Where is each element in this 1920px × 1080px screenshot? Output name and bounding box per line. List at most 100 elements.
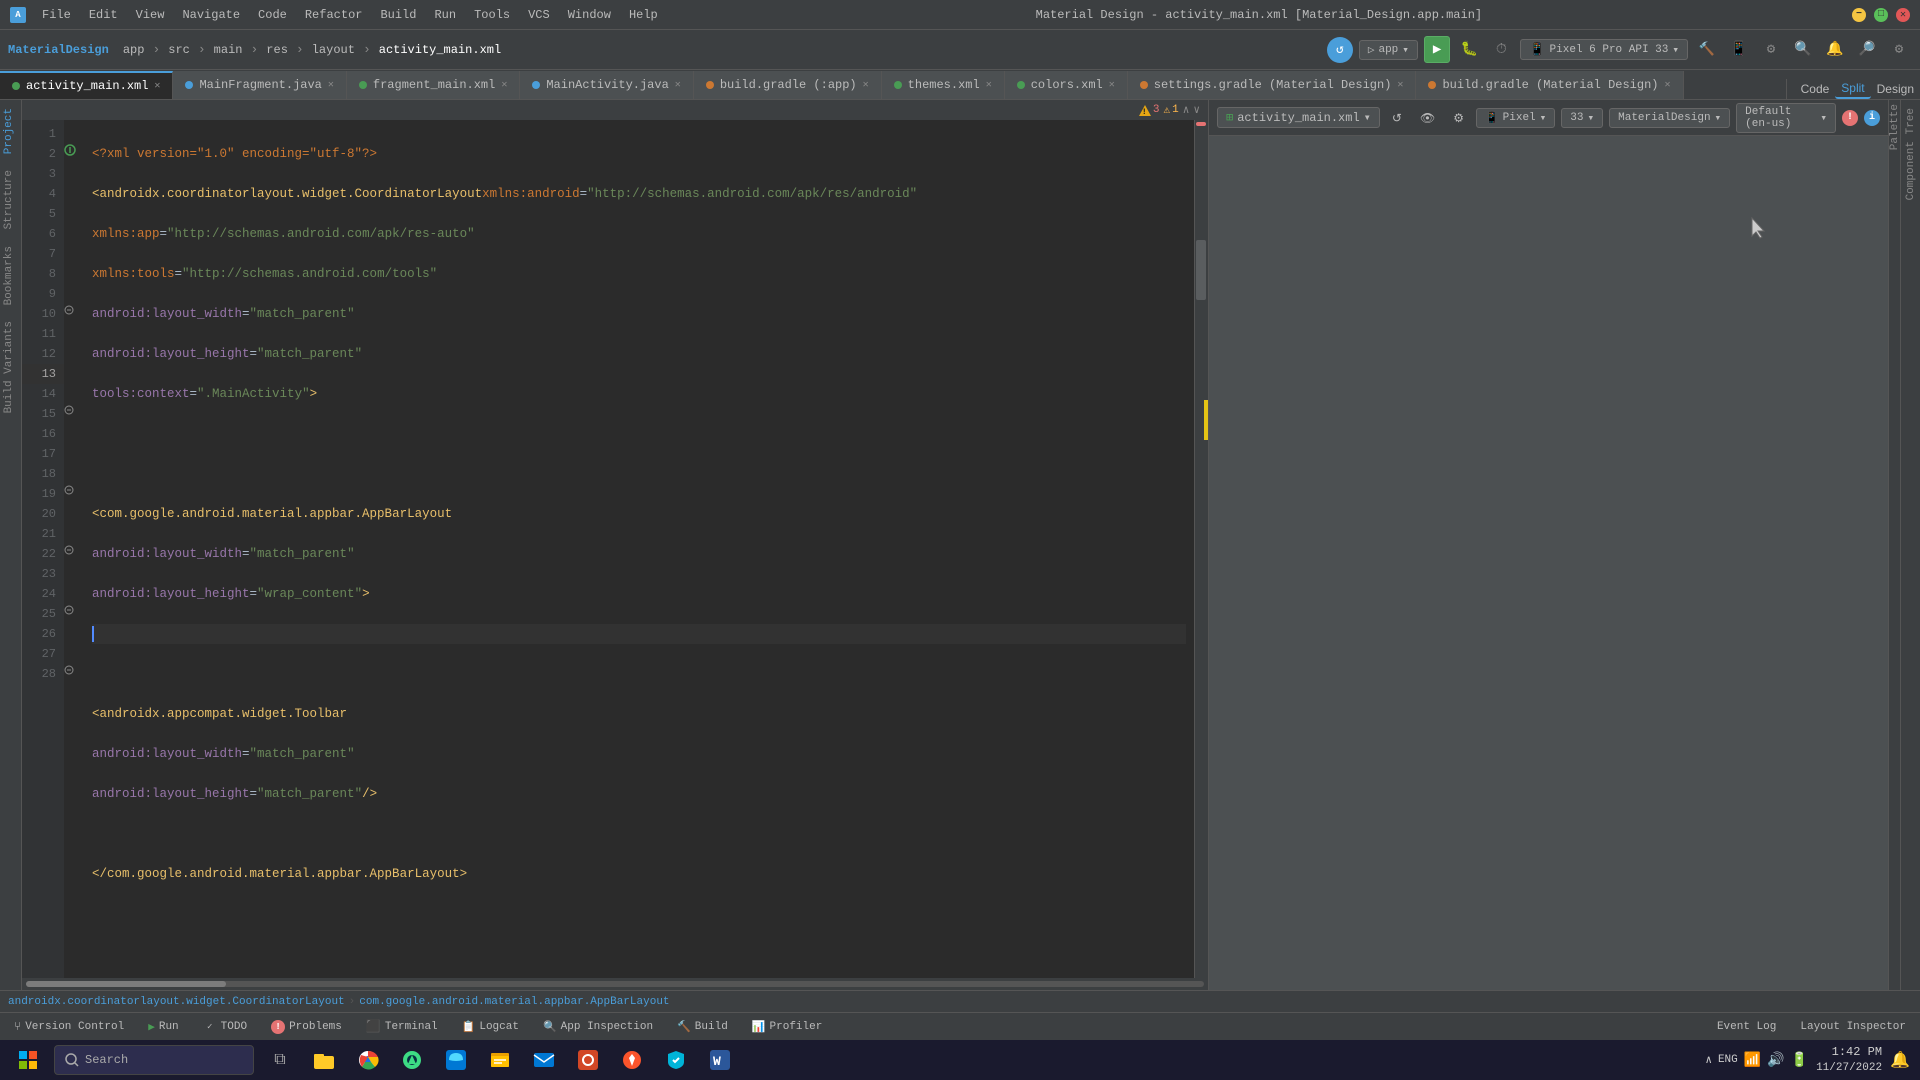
breadcrumb-main[interactable]: main — [214, 43, 243, 57]
preview-refresh-button[interactable]: ↺ — [1386, 109, 1408, 127]
gutter-10[interactable] — [64, 300, 84, 320]
logcat-button[interactable]: 📋 Logcat — [456, 1018, 525, 1036]
layout-inspect-button[interactable]: 🔍 — [1790, 37, 1816, 63]
menu-view[interactable]: View — [128, 6, 173, 24]
taskbar-file-explorer[interactable] — [306, 1042, 342, 1078]
tab-settings-gradle[interactable]: settings.gradle (Material Design) ✕ — [1128, 71, 1417, 99]
taskbar-security[interactable] — [658, 1042, 694, 1078]
event-log-button[interactable]: Event Log — [1711, 1019, 1782, 1035]
tab-close[interactable]: ✕ — [675, 79, 681, 91]
tab-close[interactable]: ✕ — [328, 79, 334, 91]
breadcrumb-file[interactable]: activity_main.xml — [379, 43, 501, 57]
tray-battery[interactable]: 🔋 — [1791, 1052, 1808, 1069]
menu-code[interactable]: Code — [250, 6, 295, 24]
version-control-button[interactable]: ⑂ Version Control — [8, 1018, 130, 1036]
design-view-button[interactable]: Design — [1871, 80, 1920, 98]
start-button[interactable] — [10, 1042, 46, 1078]
taskbar-android-studio[interactable] — [394, 1042, 430, 1078]
tab-build-gradle-root[interactable]: build.gradle (Material Design) ✕ — [1416, 71, 1683, 99]
menu-run[interactable]: Run — [426, 6, 464, 24]
app-inspection-button[interactable]: 🔍 App Inspection — [537, 1018, 659, 1036]
tray-volume[interactable]: 🔊 — [1767, 1052, 1784, 1069]
close-button[interactable]: ✕ — [1896, 8, 1910, 22]
tab-activity-main[interactable]: activity_main.xml ✕ — [0, 71, 173, 99]
code-view-button[interactable]: Code — [1795, 80, 1836, 98]
bookmarks-panel-tab[interactable]: Bookmarks — [0, 238, 21, 313]
taskbar-powerpoint[interactable] — [570, 1042, 606, 1078]
gutter-22[interactable] — [64, 540, 84, 560]
menu-refactor[interactable]: Refactor — [297, 6, 371, 24]
gutter-25[interactable] — [64, 600, 84, 620]
task-view-button[interactable]: ⧉ — [262, 1042, 298, 1078]
menu-build[interactable]: Build — [372, 6, 424, 24]
menu-edit[interactable]: Edit — [81, 6, 126, 24]
breadcrumb-appbar[interactable]: com.google.android.material.appbar.AppBa… — [359, 996, 669, 1008]
build-variants-panel-tab[interactable]: Build Variants — [0, 313, 21, 421]
h-scroll-track[interactable] — [26, 981, 1204, 987]
notification-center-icon[interactable]: 🔔 — [1890, 1050, 1910, 1070]
todo-button[interactable]: ✓ TODO — [197, 1018, 253, 1036]
breadcrumb-layout[interactable]: layout — [312, 43, 355, 57]
minimize-button[interactable]: − — [1852, 8, 1866, 22]
menu-tools[interactable]: Tools — [466, 6, 518, 24]
maximize-button[interactable]: □ — [1874, 8, 1888, 22]
taskbar-brave[interactable] — [614, 1042, 650, 1078]
build-variants-button[interactable]: 🔨 — [1694, 37, 1720, 63]
tab-main-activity[interactable]: MainActivity.java ✕ — [520, 71, 693, 99]
taskbar-files[interactable] — [482, 1042, 518, 1078]
taskbar-search-button[interactable]: Search — [54, 1045, 254, 1075]
profile-button[interactable]: ⏱ — [1488, 37, 1514, 63]
expand-btn[interactable]: ∨ — [1193, 103, 1200, 117]
preview-locale-selector[interactable]: Default (en-us) ▾ — [1736, 103, 1836, 133]
preview-theme-selector[interactable]: MaterialDesign ▾ — [1609, 108, 1730, 128]
build-button[interactable]: 🔨 Build — [671, 1018, 734, 1036]
debug-button[interactable]: 🐛 — [1456, 37, 1482, 63]
taskbar-mail[interactable] — [526, 1042, 562, 1078]
tab-colors[interactable]: colors.xml ✕ — [1005, 71, 1128, 99]
preview-file-selector[interactable]: ⊞ activity_main.xml ▾ — [1217, 107, 1380, 128]
settings-button[interactable]: ⚙ — [1886, 37, 1912, 63]
split-view-button[interactable]: Split — [1835, 79, 1870, 99]
palette-label[interactable]: Palette — [1889, 104, 1901, 150]
tab-close[interactable]: ✕ — [1664, 79, 1670, 91]
preview-settings-button[interactable]: ⚙ — [1447, 109, 1470, 127]
preview-eye-button[interactable]: 👁 — [1414, 109, 1441, 127]
tray-lang[interactable]: ENG — [1718, 1054, 1738, 1066]
menu-vcs[interactable]: VCS — [520, 6, 558, 24]
gutter-19[interactable] — [64, 480, 84, 500]
menu-help[interactable]: Help — [621, 6, 666, 24]
taskbar-chrome[interactable] — [350, 1042, 386, 1078]
breadcrumb-coordinator[interactable]: androidx.coordinatorlayout.widget.Coordi… — [8, 996, 345, 1008]
preview-device-selector[interactable]: 📱 Pixel ▾ — [1476, 108, 1555, 128]
app-selector[interactable]: ▷ app ▾ — [1359, 40, 1418, 60]
avd-button[interactable]: 📱 — [1726, 37, 1752, 63]
tray-up-icon[interactable]: ∧ — [1705, 1053, 1712, 1067]
collapse-btn[interactable]: ∧ — [1183, 103, 1190, 117]
preview-api-selector[interactable]: 33 ▾ — [1561, 108, 1603, 128]
code-text[interactable]: <?xml version="1.0" encoding="utf-8"?> <… — [84, 120, 1194, 978]
menu-window[interactable]: Window — [560, 6, 619, 24]
notifications-button[interactable]: 🔔 — [1822, 37, 1848, 63]
menu-navigate[interactable]: Navigate — [174, 6, 248, 24]
breadcrumb-src[interactable]: src — [168, 43, 190, 57]
tab-close[interactable]: ✕ — [863, 79, 869, 91]
horizontal-scrollbar[interactable] — [22, 978, 1208, 990]
clock[interactable]: 1:42 PM 11/27/2022 — [1816, 1044, 1882, 1076]
terminal-button[interactable]: ⬛ Terminal — [360, 1017, 444, 1036]
tab-close[interactable]: ✕ — [501, 79, 507, 91]
component-tree-label[interactable]: Component Tree — [1905, 108, 1917, 200]
tab-close[interactable]: ✕ — [1397, 79, 1403, 91]
gutter-15[interactable] — [64, 400, 84, 420]
tab-themes[interactable]: themes.xml ✕ — [882, 71, 1005, 99]
tab-fragment-main[interactable]: fragment_main.xml ✕ — [347, 71, 520, 99]
pixel-selector[interactable]: 📱 Pixel 6 Pro API 33 ▾ — [1520, 39, 1688, 60]
sync-button[interactable]: ↺ — [1327, 37, 1353, 63]
layout-inspector-button[interactable]: Layout Inspector — [1794, 1019, 1912, 1035]
tab-main-fragment[interactable]: MainFragment.java ✕ — [173, 71, 346, 99]
tray-wifi[interactable]: 📶 — [1744, 1052, 1761, 1069]
tab-close[interactable]: ✕ — [154, 80, 160, 92]
menu-file[interactable]: File — [34, 6, 79, 24]
breadcrumb-app[interactable]: app — [123, 43, 145, 57]
editor-scrollbar[interactable] — [1194, 120, 1208, 978]
scroll-thumb[interactable] — [1196, 240, 1206, 300]
